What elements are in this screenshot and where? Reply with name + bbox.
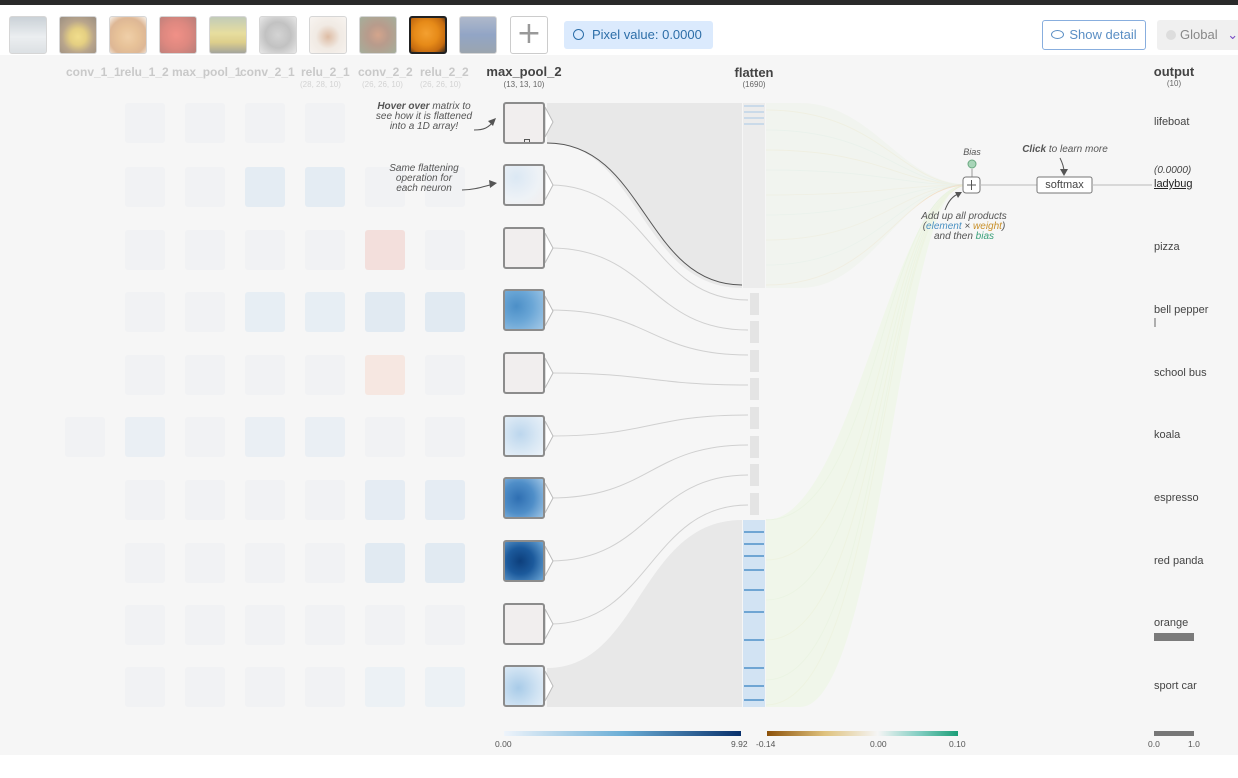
same-arrow-head [489,180,497,188]
activation-legend-min: 0.00 [495,739,512,749]
weight-legend-bar [767,731,958,736]
max-pool-neuron-8[interactable] [503,540,545,582]
click-annotation-bold: Click [1022,144,1047,155]
same-annotation-line3: each neuron [396,183,452,194]
max-pool-neuron-7[interactable] [503,477,545,519]
probability-legend-bar [1154,731,1194,736]
output-label-lifeboat[interactable]: lifeboat [1154,116,1189,128]
probability-legend-min: 0.0 [1148,739,1160,749]
neuron-arrow-tabs [544,106,554,702]
output-label-school-bus[interactable]: school bus [1154,367,1207,379]
weight-legend-max: 0.10 [949,739,966,749]
weight-legend-min: -0.14 [756,739,776,749]
add-bias-word: bias [975,231,995,242]
click-arrow-head [1060,169,1068,176]
hover-arrow-head [488,118,496,126]
bias-label: Bias [963,147,981,157]
hover-cell-marker [524,139,530,142]
output-label-ladybug[interactable]: ladybug [1154,178,1193,190]
flatten-segment-bottom [743,520,765,707]
softmax-label[interactable]: softmax [1037,179,1092,191]
footer-strip [0,755,1238,778]
max-pool-neuron-10[interactable] [503,665,545,707]
hover-annotation: Hover over matrix to see how it is flatt… [364,102,484,132]
output-label-red-panda[interactable]: red panda [1154,555,1204,567]
max-pool-neuron-6[interactable] [503,415,545,457]
flatten-middle-segments [750,293,759,515]
click-annotation: Click to learn more [1010,145,1120,155]
max-pool-neuron-2[interactable] [503,164,545,206]
output-label-orange[interactable]: orange [1154,617,1188,629]
flatten-segment-top [743,103,765,288]
max-pool-neuron-3[interactable] [503,227,545,269]
connection-diagram [461,103,1194,736]
output-label-espresso[interactable]: espresso [1154,492,1199,504]
activation-legend-max: 9.92 [731,739,748,749]
max-pool-neuron-1[interactable] [503,102,545,144]
output-label-pizza[interactable]: pizza [1154,241,1180,253]
probability-legend-max: 1.0 [1188,739,1200,749]
add-paren-close: ) [1001,221,1006,232]
flatten-fan-bottom [547,520,742,707]
weight-legend-mid: 0.00 [870,739,887,749]
flatten-fan-top [547,103,742,288]
orange-probability-bar [1154,633,1194,641]
output-label-koala[interactable]: koala [1154,429,1180,441]
click-annotation-rest: to learn more [1048,144,1108,155]
output-label-sport-car[interactable]: sport car [1154,680,1197,692]
max-pool-neuron-5[interactable] [503,352,545,394]
hover-annotation-line3: into a 1D array! [389,121,459,132]
bias-node[interactable] [967,159,977,169]
max-pool-neuron-9[interactable] [503,603,545,645]
add-annotation: Add up all products (element × weight) a… [904,212,1024,242]
output-value-ladybug: (0.0000) [1154,165,1192,176]
same-annotation: Same flattening operation for each neuro… [374,164,474,194]
activation-legend-bar [504,731,741,736]
output-label-bell-pepper[interactable]: bell pepper [1154,304,1208,316]
max-pool-neuron-4[interactable] [503,289,545,331]
add-annotation-pre: and then [933,231,976,242]
